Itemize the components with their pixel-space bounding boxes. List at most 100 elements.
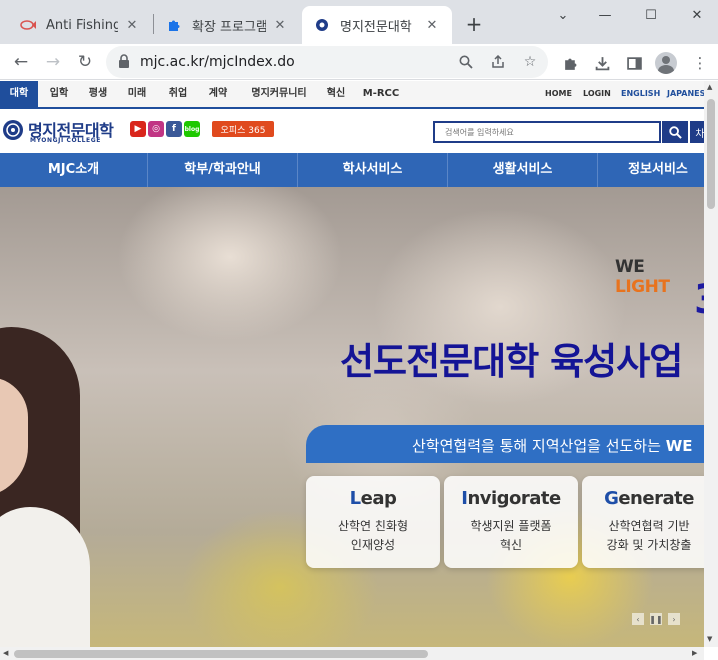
logo-subtitle: MYONGJI COLLEGE xyxy=(30,137,101,144)
scroll-up-icon[interactable]: ▲ xyxy=(707,83,712,91)
util-item-college[interactable]: 대학 xyxy=(0,81,38,107)
hero-ribbon-text: 산학연협력을 통해 지역산업을 선도하는 WE xyxy=(412,435,692,456)
facebook-icon[interactable]: f xyxy=(166,121,182,137)
util-item-mrcc[interactable]: M-RCC xyxy=(356,81,406,107)
util-item-innovation[interactable]: 혁신 xyxy=(320,81,352,107)
hero-banner[interactable]: WE LIGHT 3 선도전문대학 육성사업 산학연협력을 통해 지역산업을 선… xyxy=(0,187,704,647)
reload-button[interactable]: ↻ xyxy=(72,49,98,75)
util-item-community[interactable]: 명지커뮤니티 xyxy=(238,81,320,107)
tab-extensions[interactable]: 확장 프로그램 ✕ xyxy=(154,6,300,44)
office365-label: 오피스 365 xyxy=(220,125,266,136)
extra-button-label: 차 xyxy=(695,128,704,140)
slide-pause-button[interactable]: ❚❚ xyxy=(649,613,663,625)
hero-slogan: WE LIGHT xyxy=(615,257,704,297)
hero-headline: 선도전문대학 육성사업 xyxy=(340,340,683,383)
scrollbar-thumb[interactable] xyxy=(14,650,428,658)
close-icon[interactable]: ✕ xyxy=(124,17,140,33)
card-title: Generate xyxy=(582,488,704,509)
slogan-light: LIGHT xyxy=(615,277,670,297)
back-button[interactable]: ← xyxy=(8,49,34,75)
forward-button[interactable]: → xyxy=(40,49,66,75)
nav-life[interactable]: 생활서비스 xyxy=(448,153,597,187)
util-item-lifelong[interactable]: 평생 xyxy=(80,81,116,107)
search-button[interactable] xyxy=(662,121,688,143)
extra-button[interactable]: 차 xyxy=(690,121,704,143)
card-desc: 산학연 친화형인재양성 xyxy=(306,517,440,555)
slide-prev-button[interactable]: ‹ xyxy=(632,613,644,625)
util-item-admission[interactable]: 입학 xyxy=(38,81,80,107)
scroll-down-icon[interactable]: ▼ xyxy=(707,635,712,643)
chevron-down-icon[interactable]: ⌄ xyxy=(540,4,586,26)
search-icon xyxy=(668,125,682,139)
address-bar[interactable]: mjc.ac.kr/mjcIndex.do ☆ xyxy=(106,46,548,78)
card-desc: 학생지원 플랫폼혁신 xyxy=(444,517,578,555)
youtube-icon[interactable]: ▶ xyxy=(130,121,146,137)
hero-digit: 3 xyxy=(694,277,704,323)
vertical-scrollbar[interactable]: ▲ ▼ xyxy=(704,81,718,647)
site-util-bar: 대학 입학 평생 미래 취업 계약 명지커뮤니티 혁신 M-RCC HOME L… xyxy=(0,81,704,109)
download-icon[interactable] xyxy=(592,53,612,73)
close-icon[interactable]: ✕ xyxy=(272,17,288,33)
card-desc: 산학연협력 기반강화 및 가치창출 xyxy=(582,517,704,555)
minimize-button[interactable]: — xyxy=(582,4,628,26)
card-desc-line: 혁신 xyxy=(499,538,523,552)
maximize-button[interactable]: ☐ xyxy=(628,4,674,26)
scroll-left-icon[interactable]: ◀ xyxy=(3,649,8,657)
generate-card[interactable]: Generate 산학연협력 기반강화 및 가치창출 xyxy=(582,476,704,568)
card-title: Leap xyxy=(306,488,440,509)
leap-card[interactable]: Leap 산학연 친화형인재양성 xyxy=(306,476,440,568)
main-nav: MJC소개 학부/학과안내 학사서비스 생활서비스 정보서비스 xyxy=(0,153,704,187)
card-title-rest: eap xyxy=(360,488,397,509)
nav-about[interactable]: MJC소개 xyxy=(0,153,147,187)
nav-academic[interactable]: 학사서비스 xyxy=(298,153,447,187)
slide-next-button[interactable]: › xyxy=(668,613,680,625)
horizontal-scrollbar[interactable]: ◀ ▶ xyxy=(0,647,704,660)
side-panel-icon[interactable] xyxy=(624,53,644,73)
new-tab-button[interactable]: + xyxy=(462,12,486,36)
zoom-icon[interactable] xyxy=(456,52,476,72)
login-link[interactable]: LOGIN xyxy=(583,81,611,107)
mjc-logo-icon[interactable] xyxy=(2,119,24,141)
card-desc-line: 학생지원 플랫폼 xyxy=(470,519,552,533)
invigorate-card[interactable]: Invigorate 학생지원 플랫폼 혁신 xyxy=(444,476,578,568)
ribbon-bold: WE xyxy=(665,437,693,455)
scroll-right-icon[interactable]: ▶ xyxy=(692,649,697,657)
tab-title: Anti Fishing Sc xyxy=(46,17,118,33)
card-title-cap: L xyxy=(349,488,361,509)
home-link[interactable]: HOME xyxy=(545,81,572,107)
card-desc-line: 산학연협력 기반 xyxy=(608,519,690,533)
search-input[interactable] xyxy=(435,123,659,141)
share-icon[interactable] xyxy=(488,52,508,72)
card-desc-line: 산학연 친화형 xyxy=(337,519,409,533)
url-text: mjc.ac.kr/mjcIndex.do xyxy=(140,54,295,70)
util-item-contract[interactable]: 계약 xyxy=(198,81,238,107)
browser-tab-strip: Anti Fishing Sc ✕ 확장 프로그램 ✕ 명지전문대학 ✕ + ⌄… xyxy=(0,0,718,44)
card-title-rest: nvigorate xyxy=(467,488,561,509)
star-icon[interactable]: ☆ xyxy=(520,52,540,72)
close-window-button[interactable]: ✕ xyxy=(674,4,718,26)
page-viewport: 대학 입학 평생 미래 취업 계약 명지커뮤니티 혁신 M-RCC HOME L… xyxy=(0,81,704,647)
card-title-cap: G xyxy=(604,488,619,509)
tab-title: 확장 프로그램 xyxy=(192,19,266,35)
anti-fishing-favicon xyxy=(20,17,36,33)
office365-button[interactable]: 오피스 365 xyxy=(212,121,274,137)
instagram-icon[interactable]: ◎ xyxy=(148,121,164,137)
card-desc-line: 강화 및 가치창출 xyxy=(606,538,692,552)
blog-icon[interactable]: blog xyxy=(184,121,200,137)
japanese-link[interactable]: JAPANESE xyxy=(667,81,704,107)
profile-avatar[interactable] xyxy=(655,52,677,74)
menu-icon[interactable]: ⋮ xyxy=(690,53,710,73)
util-item-future[interactable]: 미래 xyxy=(116,81,158,107)
scrollbar-thumb[interactable] xyxy=(707,99,715,209)
slogan-we: WE xyxy=(615,257,645,277)
nav-info[interactable]: 정보서비스 xyxy=(598,153,704,187)
util-item-job[interactable]: 취업 xyxy=(158,81,198,107)
tab-title: 명지전문대학 xyxy=(340,19,412,35)
tab-anti-fishing[interactable]: Anti Fishing Sc ✕ xyxy=(8,6,152,44)
close-icon[interactable]: ✕ xyxy=(424,17,440,33)
nav-departments[interactable]: 학부/학과안내 xyxy=(148,153,297,187)
tab-mjc[interactable]: 명지전문대학 ✕ xyxy=(302,6,452,44)
extensions-icon[interactable] xyxy=(560,53,580,73)
card-desc-line: 인재양성 xyxy=(350,538,396,552)
english-link[interactable]: ENGLISH xyxy=(621,81,660,107)
